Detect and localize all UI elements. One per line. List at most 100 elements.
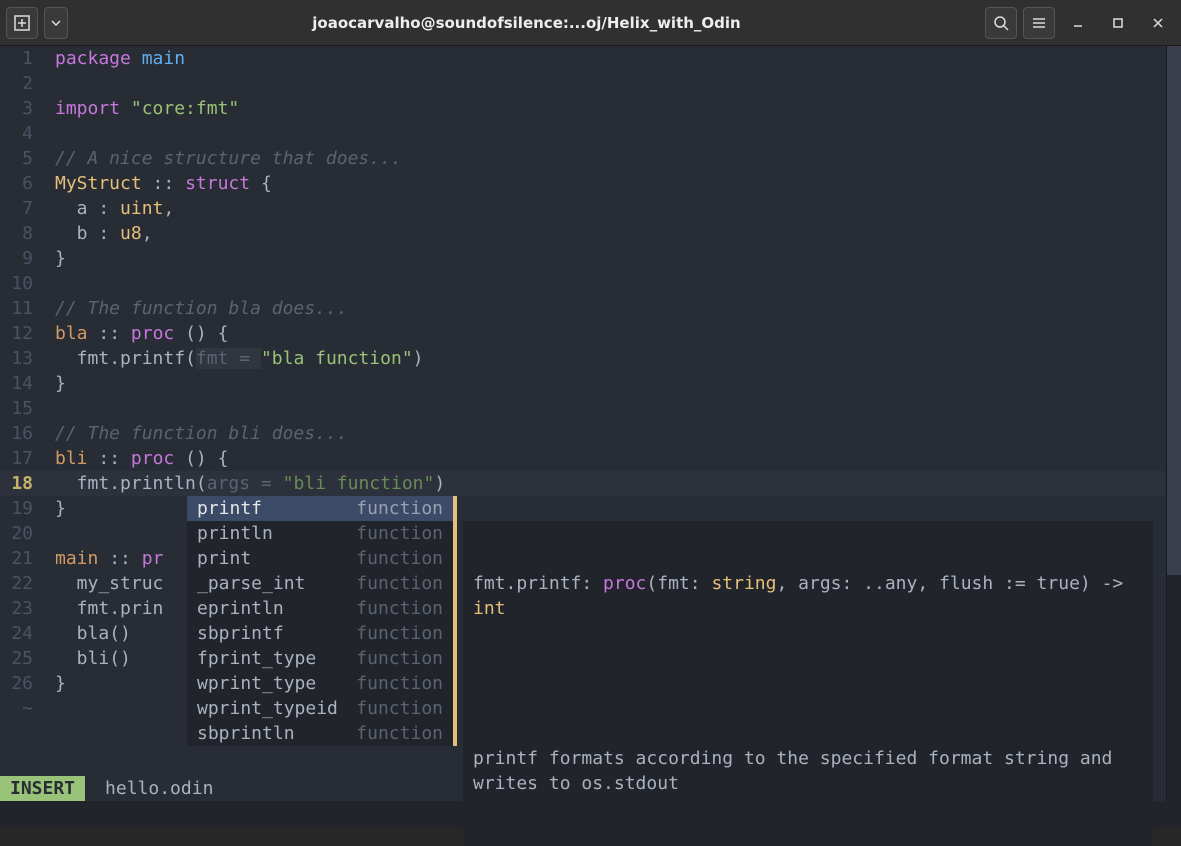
completion-kind: function (356, 646, 443, 671)
completion-kind: function (356, 596, 443, 621)
code-text[interactable] (55, 71, 1166, 96)
code-text[interactable]: fmt.println(args = "bli function") (55, 471, 1166, 496)
completion-item[interactable]: sbprintf function (187, 621, 453, 646)
line-number: 12 (0, 321, 55, 346)
line-number: 8 (0, 221, 55, 246)
code-text[interactable]: // The function bli does... (55, 421, 1166, 446)
completion-name: fprint_type (197, 646, 316, 671)
minimize-button[interactable] (1061, 6, 1095, 40)
completion-item[interactable]: wprint_typefunction (187, 671, 453, 696)
code-line[interactable]: 12bla :: proc () { (0, 321, 1166, 346)
completion-item[interactable]: printffunction (187, 496, 453, 521)
line-number: 23 (0, 596, 55, 621)
completion-kind: function (356, 696, 443, 721)
completion-item[interactable]: println function (187, 521, 453, 546)
completion-name: println (197, 521, 273, 546)
line-number: 5 (0, 146, 55, 171)
completion-name: eprintln (197, 596, 284, 621)
titlebar-left (6, 7, 68, 39)
code-text[interactable]: // A nice structure that does... (55, 146, 1166, 171)
doc-blank-line (473, 671, 1143, 696)
line-number: 2 (0, 71, 55, 96)
signature-help-popup: fmt.printf: proc(fmt: string, args: ..an… (463, 521, 1153, 846)
completion-name: print (197, 546, 251, 571)
code-line[interactable]: 2 (0, 71, 1166, 96)
code-line[interactable]: 15 (0, 396, 1166, 421)
line-number: 13 (0, 346, 55, 371)
completion-kind: function (356, 621, 443, 646)
maximize-button[interactable] (1101, 6, 1135, 40)
code-text[interactable]: MyStruct :: struct { (55, 171, 1166, 196)
completion-kind: function (356, 546, 443, 571)
titlebar: joaocarvalho@soundofsilence:...oj/Helix_… (0, 0, 1181, 46)
completion-name: sbprintf (197, 621, 284, 646)
line-number: 1 (0, 46, 55, 71)
code-text[interactable]: b : u8, (55, 221, 1166, 246)
editor-area: 1package main23import "core:fmt"45// A n… (0, 46, 1181, 801)
completion-name: sbprintln (197, 721, 295, 746)
code-text[interactable]: import "core:fmt" (55, 96, 1166, 121)
completion-popup[interactable]: printffunctionprintln function print functi… (187, 496, 457, 746)
dropdown-button[interactable] (44, 7, 68, 39)
code-line[interactable]: 6MyStruct :: struct { (0, 171, 1166, 196)
line-number: 16 (0, 421, 55, 446)
line-number: 26 (0, 671, 55, 696)
code-line[interactable]: 1package main (0, 46, 1166, 71)
code-text[interactable] (55, 271, 1166, 296)
code-line[interactable]: 9} (0, 246, 1166, 271)
code-text[interactable]: // The function bla does... (55, 296, 1166, 321)
code-text[interactable]: fmt.printf(fmt = "bla function") (55, 346, 1166, 371)
line-number: 24 (0, 621, 55, 646)
code-line[interactable]: 10 (0, 271, 1166, 296)
completion-item[interactable]: eprintln function (187, 596, 453, 621)
line-number: 4 (0, 121, 55, 146)
completion-item[interactable]: print function (187, 546, 453, 571)
code-line[interactable]: 16// The function bli does... (0, 421, 1166, 446)
line-number: 3 (0, 96, 55, 121)
line-number: 14 (0, 371, 55, 396)
search-button[interactable] (985, 7, 1017, 39)
line-number: 21 (0, 546, 55, 571)
code-line[interactable]: 17bli :: proc () { (0, 446, 1166, 471)
code-text[interactable]: } (55, 371, 1166, 396)
completion-kind: function (356, 721, 443, 746)
close-button[interactable] (1141, 6, 1175, 40)
code-line[interactable]: 14} (0, 371, 1166, 396)
code-text[interactable]: a : uint, (55, 196, 1166, 221)
code-text[interactable]: bli :: proc () { (55, 446, 1166, 471)
completion-name: _parse_int (197, 571, 305, 596)
code-line[interactable]: 11// The function bla does... (0, 296, 1166, 321)
completion-item[interactable]: sbprintln function (187, 721, 453, 746)
new-tab-button[interactable] (6, 7, 38, 39)
code-line[interactable]: 3import "core:fmt" (0, 96, 1166, 121)
scroll-thumb[interactable] (1167, 46, 1181, 575)
completion-item[interactable]: wprint_typeid function (187, 696, 453, 721)
menu-button[interactable] (1023, 7, 1055, 39)
completion-item[interactable]: _parse_int function (187, 571, 453, 596)
code-line[interactable]: 5// A nice structure that does... (0, 146, 1166, 171)
line-number: 20 (0, 521, 55, 546)
window-title: joaocarvalho@soundofsilence:...oj/Helix_… (68, 14, 985, 32)
completion-kind: function (356, 571, 443, 596)
code-line[interactable]: 8 b : u8, (0, 221, 1166, 246)
line-number: 10 (0, 271, 55, 296)
code-text[interactable]: } (55, 246, 1166, 271)
line-number: 15 (0, 396, 55, 421)
code-line[interactable]: 4 (0, 121, 1166, 146)
line-number: 25 (0, 646, 55, 671)
completion-kind: function (356, 496, 443, 521)
completion-name: wprint_typeid (197, 696, 338, 721)
code-line[interactable]: 7 a : uint, (0, 196, 1166, 221)
code-text[interactable] (55, 396, 1166, 421)
code-text[interactable] (55, 121, 1166, 146)
code-line[interactable]: 19} (0, 496, 1166, 521)
completion-kind: function (356, 521, 443, 546)
code-text[interactable]: package main (55, 46, 1166, 71)
code-line[interactable]: 18 fmt.println(args = "bli function") (0, 471, 1166, 496)
titlebar-right (985, 6, 1175, 40)
completion-name: wprint_type (197, 671, 316, 696)
code-text[interactable]: bla :: proc () { (55, 321, 1166, 346)
vertical-scrollbar[interactable] (1166, 46, 1181, 801)
code-line[interactable]: 13 fmt.printf(fmt = "bla function") (0, 346, 1166, 371)
completion-item[interactable]: fprint_type function (187, 646, 453, 671)
